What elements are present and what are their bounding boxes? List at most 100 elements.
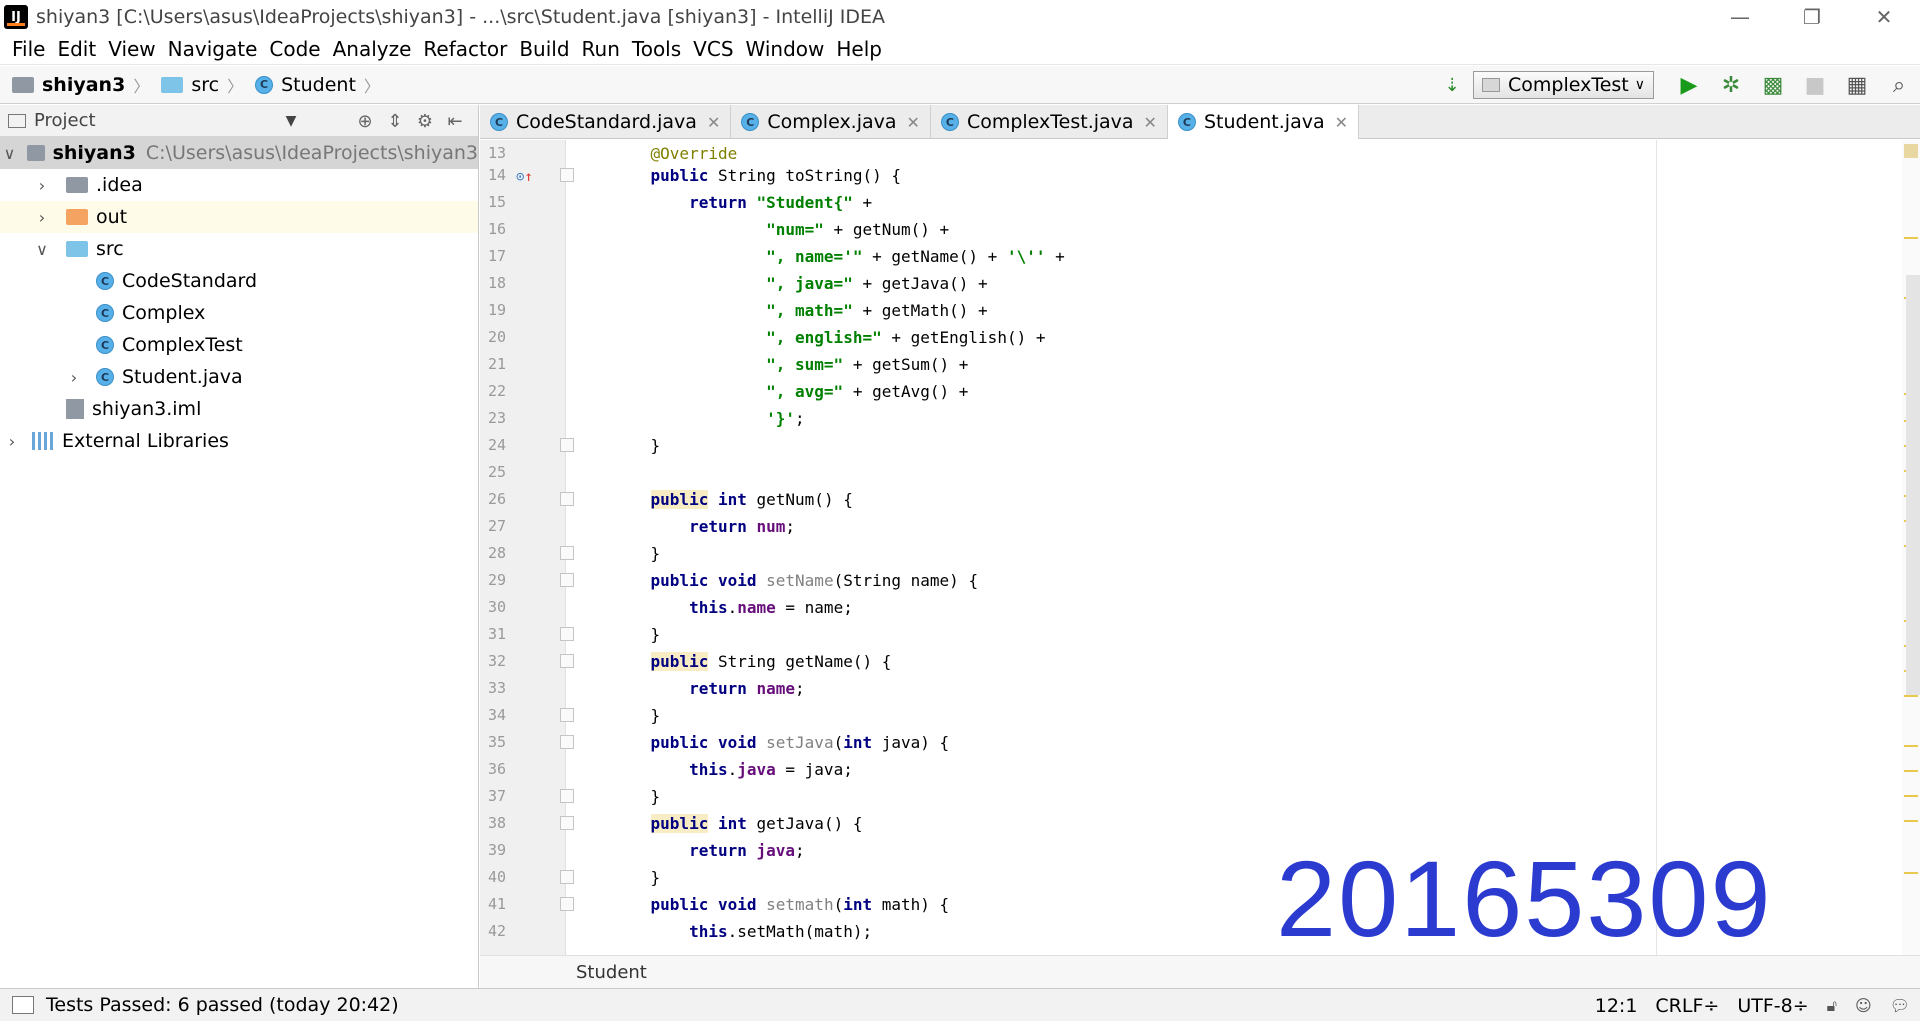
stop-icon[interactable]: ■ (1794, 66, 1836, 104)
hide-icon[interactable]: ⇤ (440, 111, 470, 132)
tool-window-toggle-icon[interactable] (12, 996, 34, 1014)
locate-icon[interactable]: ⊕ (350, 111, 380, 132)
tab-complex[interactable]: C Complex.java ✕ (731, 105, 931, 139)
fold-icon[interactable] (560, 492, 574, 506)
tab-codestandard[interactable]: C CodeStandard.java ✕ (480, 105, 732, 139)
fold-icon[interactable] (560, 654, 574, 668)
tree-item-shiyan3[interactable]: ∨ shiyan3 C:\Users\asus\IdeaProjects\shi… (0, 137, 478, 169)
iml-file-icon (66, 399, 84, 419)
tree-item-out[interactable]: › out (0, 201, 478, 233)
fold-icon[interactable] (560, 168, 574, 182)
fold-icon[interactable] (560, 816, 574, 830)
fold-icon[interactable] (560, 897, 574, 911)
chevron-right-icon[interactable]: › (0, 432, 24, 451)
code-text: return name; (689, 679, 805, 698)
project-panel: Project ▼ ⊕ ⇕ ⚙ ⇤ ∨ shiyan3 C:\Users\asu… (0, 105, 479, 988)
fold-icon[interactable] (560, 789, 574, 803)
menu-run[interactable]: Run (576, 37, 626, 61)
line-number: 25 (487, 463, 506, 481)
status-message[interactable]: Tests Passed: 6 passed (today 20:42) (46, 994, 399, 1016)
chevron-down-icon[interactable]: ∨ (30, 240, 54, 259)
menu-navigate[interactable]: Navigate (162, 37, 264, 61)
gear-icon[interactable]: ⚙ (410, 111, 440, 132)
close-button[interactable]: ✕ (1848, 0, 1920, 34)
warning-mark[interactable] (1904, 237, 1918, 239)
menu-help[interactable]: Help (830, 37, 888, 61)
run-icon[interactable]: ▶ (1668, 66, 1710, 104)
menu-bar: File Edit View Navigate Code Analyze Ref… (0, 34, 1920, 65)
fold-icon[interactable] (560, 627, 574, 641)
project-view-label[interactable]: Project (34, 110, 96, 131)
menu-view[interactable]: View (102, 37, 161, 61)
breadcrumb-label: Student (576, 961, 647, 983)
close-icon[interactable]: ✕ (707, 113, 720, 132)
tree-item-idea[interactable]: › .idea (0, 169, 478, 201)
lock-icon[interactable]: 🔓︎ (1827, 996, 1837, 1016)
menu-window[interactable]: Window (740, 37, 831, 61)
nav-crumb-project[interactable]: shiyan3 〉 (0, 73, 149, 97)
tree-item-external-libraries[interactable]: › External Libraries (0, 425, 478, 457)
minimize-button[interactable]: — (1704, 0, 1776, 34)
debug-icon[interactable]: ✲ (1710, 66, 1752, 104)
fold-icon[interactable] (560, 573, 574, 587)
inspector-icon[interactable]: ☺ (1855, 996, 1872, 1015)
tab-student[interactable]: C Student.java ✕ (1167, 105, 1360, 139)
menu-tools[interactable]: Tools (626, 37, 687, 61)
scrollbar-thumb[interactable] (1906, 275, 1920, 695)
chevron-right-icon[interactable]: › (62, 368, 86, 387)
project-structure-icon[interactable]: ▦ (1836, 66, 1878, 104)
tree-item-complextest[interactable]: C ComplexTest (0, 329, 478, 361)
tree-item-codestandard[interactable]: C CodeStandard (0, 265, 478, 297)
warning-mark[interactable] (1904, 820, 1918, 822)
fold-icon[interactable] (560, 546, 574, 560)
tree-item-src[interactable]: ∨ src (0, 233, 478, 265)
chevron-down-icon[interactable]: ▼ (286, 113, 297, 129)
tree-item-student[interactable]: › C Student.java (0, 361, 478, 393)
editor-breadcrumb[interactable]: Student (480, 955, 1920, 988)
chevron-right-icon[interactable]: › (30, 208, 54, 227)
warning-mark[interactable] (1904, 795, 1918, 797)
warning-mark[interactable] (1904, 872, 1918, 874)
tree-item-iml[interactable]: shiyan3.iml (0, 393, 478, 425)
warning-mark[interactable] (1904, 770, 1918, 772)
menu-vcs[interactable]: VCS (687, 37, 739, 61)
nav-crumb-class[interactable]: C Student 〉 (243, 73, 380, 97)
code-text: ", english=" + getEnglish() + (766, 328, 1046, 347)
menu-file[interactable]: File (6, 37, 51, 61)
close-icon[interactable]: ✕ (907, 113, 920, 132)
fold-icon[interactable] (560, 438, 574, 452)
collapse-icon[interactable]: ⇕ (380, 111, 410, 132)
fold-icon[interactable] (560, 708, 574, 722)
sort-icon[interactable]: ⇣ (1431, 66, 1473, 104)
override-marker-icon[interactable]: ⊙↑ (516, 164, 533, 191)
menu-refactor[interactable]: Refactor (417, 37, 513, 61)
line-separator[interactable]: CRLF÷ (1655, 995, 1719, 1017)
menu-analyze[interactable]: Analyze (327, 37, 418, 61)
chevron-right-icon[interactable]: › (30, 176, 54, 195)
code-line: 20 ", english=" + getEnglish() + (480, 324, 1920, 351)
caret-position[interactable]: 12:1 (1595, 995, 1638, 1017)
tab-complextest[interactable]: C ComplexTest.java ✕ (931, 105, 1168, 139)
menu-code[interactable]: Code (263, 37, 326, 61)
code-editor[interactable]: 13 @Override 14 ⊙↑ public String toStrin… (480, 140, 1920, 955)
fold-icon[interactable] (560, 735, 574, 749)
run-config-select[interactable]: ComplexTest ∨ (1472, 71, 1654, 99)
inspection-status-icon[interactable] (1904, 144, 1918, 158)
notifications-icon[interactable]: 💬︎ (1890, 996, 1910, 1015)
tree-item-complex[interactable]: C Complex (0, 297, 478, 329)
nav-crumb-src[interactable]: src 〉 (149, 73, 243, 97)
close-icon[interactable]: ✕ (1144, 113, 1157, 132)
fold-icon[interactable] (560, 870, 574, 884)
warning-mark[interactable] (1904, 695, 1918, 697)
menu-edit[interactable]: Edit (51, 37, 102, 61)
restore-button[interactable]: ❐ (1776, 0, 1848, 34)
menu-build[interactable]: Build (513, 37, 575, 61)
close-icon[interactable]: ✕ (1335, 113, 1348, 132)
chevron-down-icon[interactable]: ∨ (0, 144, 19, 163)
warning-mark[interactable] (1904, 745, 1918, 747)
error-stripe[interactable] (1902, 140, 1920, 955)
coverage-icon[interactable]: ▩ (1752, 66, 1794, 104)
file-encoding[interactable]: UTF-8÷ (1737, 995, 1808, 1017)
search-icon[interactable]: ⌕ (1878, 66, 1920, 104)
